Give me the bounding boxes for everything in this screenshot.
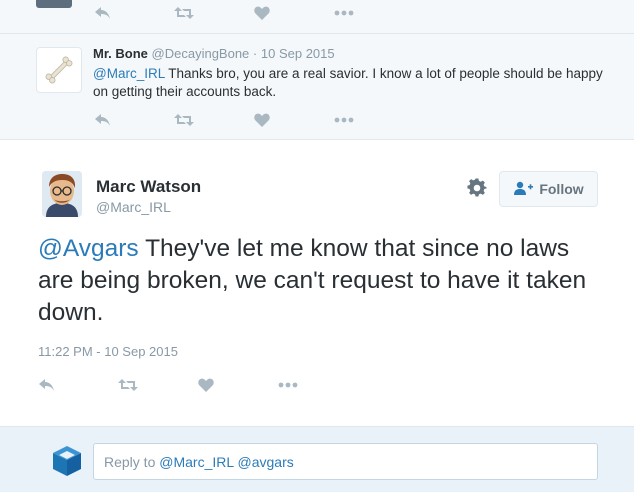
tweet-actions <box>38 375 358 395</box>
reply-input[interactable]: Reply to @Marc_IRL @avgars <box>93 443 598 480</box>
tweet-timestamp[interactable]: 11:22 PM - 10 Sep 2015 <box>38 344 178 359</box>
avatar[interactable] <box>36 47 82 93</box>
avatar[interactable] <box>36 0 72 8</box>
permalink-tweet: Marc Watson @Marc_IRL Follow @Avgars The… <box>0 141 634 426</box>
cube-icon <box>52 445 82 477</box>
reply-tweet: Mr. Bone @DecayingBone · 10 Sep 2015 @Ma… <box>0 34 634 140</box>
author-handle[interactable]: @Marc_IRL <box>96 199 171 215</box>
reply-icon[interactable] <box>38 375 118 395</box>
follow-user-icon <box>513 181 534 198</box>
heart-icon[interactable] <box>254 110 334 130</box>
retweet-icon[interactable] <box>118 375 198 395</box>
tweet-text: @Avgars They've let me know that since n… <box>38 233 598 329</box>
follow-button[interactable]: Follow <box>499 171 598 207</box>
heart-icon[interactable] <box>198 375 278 395</box>
retweet-icon[interactable] <box>174 110 254 130</box>
tweet-actions <box>94 110 414 130</box>
tweet-actions <box>94 3 414 23</box>
more-icon[interactable] <box>334 110 414 130</box>
author-handle[interactable]: @DecayingBone <box>152 46 250 61</box>
separator: · <box>252 46 258 61</box>
avatar-face-icon <box>42 171 82 217</box>
author-name[interactable]: Mr. Bone <box>93 46 148 61</box>
follow-label: Follow <box>539 181 584 197</box>
reply-text: @Marc_IRL Thanks bro, you are a real sav… <box>93 65 603 101</box>
mention-link[interactable]: @Marc_IRL <box>93 66 165 81</box>
author-name[interactable]: Marc Watson <box>96 177 201 197</box>
reply-body: Thanks bro, you are a real savior. I kno… <box>93 66 603 99</box>
avatar[interactable] <box>42 171 82 217</box>
bone-icon <box>45 56 73 84</box>
tweet-date[interactable]: 10 Sep 2015 <box>261 46 335 61</box>
reply-header: Mr. Bone @DecayingBone · 10 Sep 2015 <box>93 46 335 61</box>
reply-placeholder-prefix: Reply to <box>104 454 156 470</box>
reply-placeholder-mentions: @Marc_IRL @avgars <box>159 454 294 470</box>
previous-tweet <box>0 0 634 34</box>
retweet-icon[interactable] <box>174 3 254 23</box>
reply-composer: Reply to @Marc_IRL @avgars <box>0 426 634 492</box>
more-icon[interactable] <box>334 3 414 23</box>
reply-icon[interactable] <box>94 3 174 23</box>
gear-icon[interactable] <box>467 178 489 200</box>
heart-icon[interactable] <box>254 3 334 23</box>
more-icon[interactable] <box>278 375 358 395</box>
mention-link[interactable]: @Avgars <box>38 235 139 262</box>
reply-icon[interactable] <box>94 110 174 130</box>
